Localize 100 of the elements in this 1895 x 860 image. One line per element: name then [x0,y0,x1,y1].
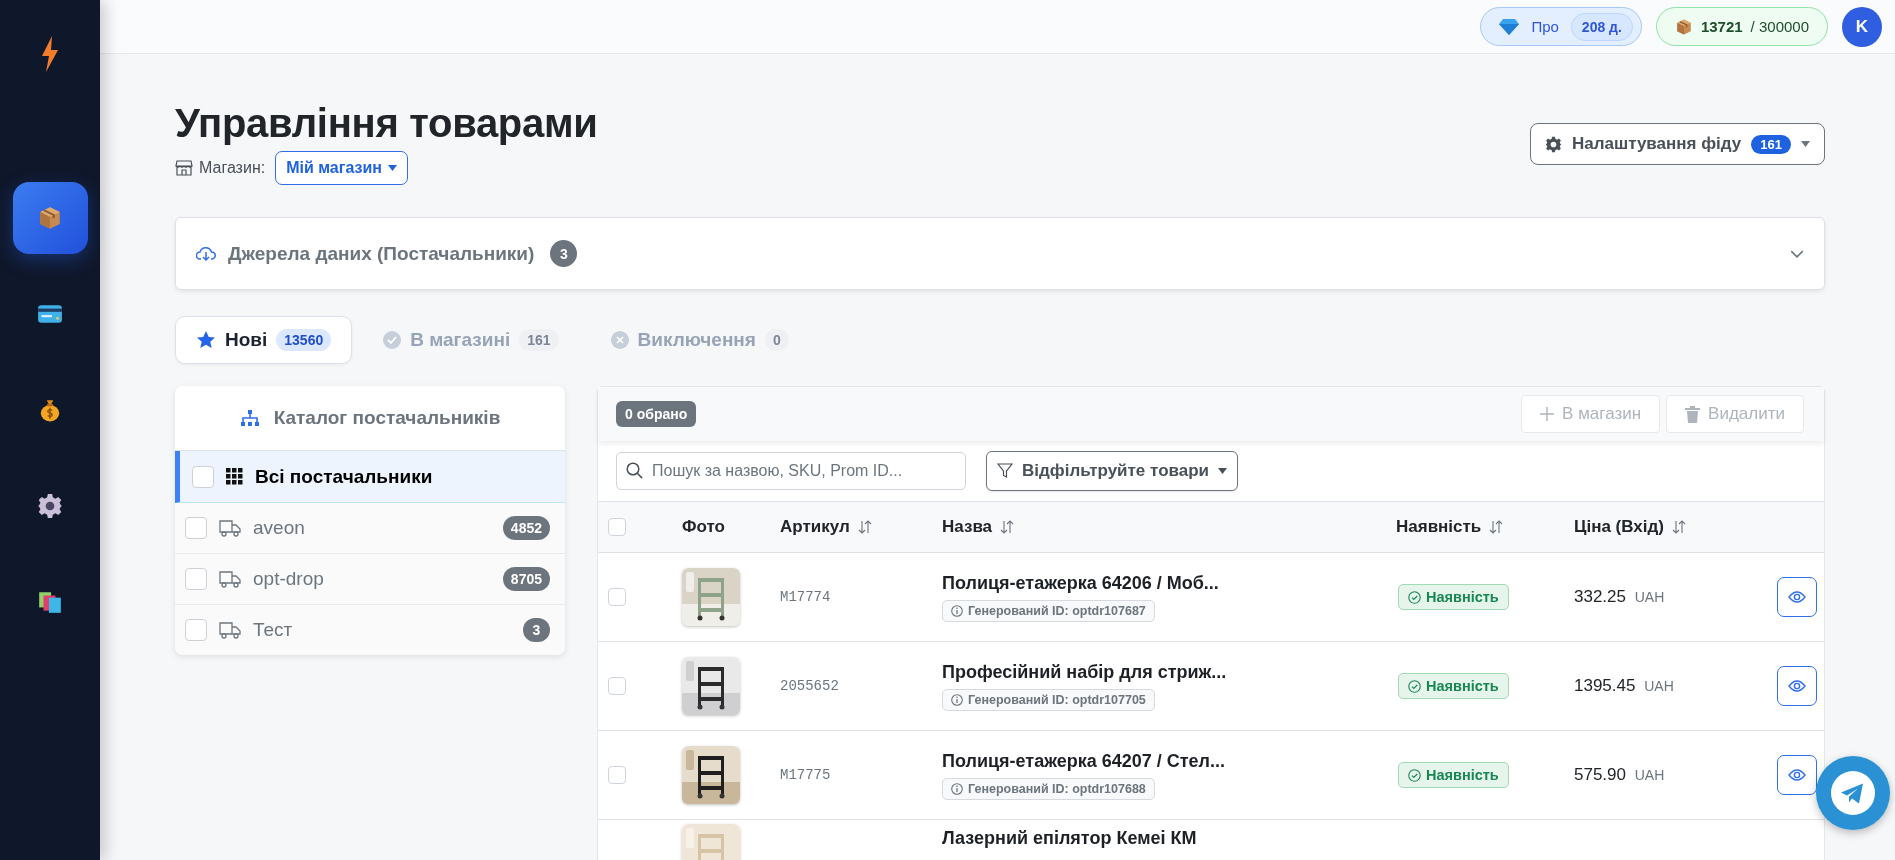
gear-icon [1545,135,1562,153]
feed-settings-button[interactable]: Налаштування фіду 161 [1530,123,1825,165]
view-button[interactable] [1777,755,1817,795]
generated-id-badge: Генерований ID: optdr107688 [942,777,1155,800]
column-header: Фото [682,517,726,537]
generated-id-badge: Генерований ID: optdr107687 [942,599,1155,622]
box-icon [37,205,63,231]
eye-icon [1788,680,1806,692]
books-icon [37,589,63,615]
sources-title: Джерела даних (Постачальники) [228,242,535,265]
paper-plane-icon [1831,771,1875,815]
lightning-icon [40,36,60,72]
sources-panel[interactable]: Джерела даних (Постачальники) 3 [175,217,1825,290]
caret-icon [387,165,397,171]
plan-badge[interactable]: Про 208 д. [1480,7,1642,46]
tab[interactable]: Нові 13560 [175,316,353,364]
availability-badge: Наявність [1398,762,1509,788]
checkbox[interactable] [185,517,207,539]
funnel-icon [997,463,1013,479]
price-text: 1395.45 UAH [1574,676,1675,696]
quota-limit: / 300000 [1750,18,1809,35]
days-badge: 208 д. [1570,12,1633,41]
checkbox[interactable] [185,568,207,590]
search-icon [626,462,643,479]
view-button[interactable] [1777,577,1817,617]
column-header[interactable]: Артикул [780,517,942,537]
supplier-name: opt-drop [253,568,325,590]
column-header[interactable]: Ціна (Вхід) [1574,517,1777,537]
info-icon [951,782,963,795]
truck-icon [219,621,241,639]
sort-icon [1000,520,1015,534]
info-icon [951,693,963,706]
page-title: Управління товарами [175,100,598,147]
count-badge: 3 [523,618,550,642]
catalog-title: Каталог постачальників [273,407,501,429]
price-text: 575.90 UAH [1574,765,1666,785]
product-name[interactable]: Професійний набір для стриж... [942,661,1227,683]
check-circle-icon [383,331,402,349]
check-circle-icon [1408,768,1421,782]
count-badge: 161 [1751,134,1791,154]
supplier-name: Всі постачальники [255,465,434,488]
view-button[interactable] [1777,666,1817,706]
diamond-icon [1499,18,1520,35]
gear-icon [37,493,63,519]
truck-icon [219,519,241,537]
supplier-item[interactable]: opt-drop 8705 [175,554,565,605]
eye-icon [1788,769,1806,781]
sort-icon [857,520,872,534]
eye-icon [1788,591,1806,603]
grid-icon [226,468,243,485]
box-icon [1674,17,1693,36]
product-name[interactable]: Полиця-етажерка 64207 / Стел... [942,750,1226,772]
avatar[interactable]: K [1842,6,1882,47]
count-badge: 13560 [276,329,332,351]
truck-icon [219,570,241,588]
check-circle-icon [1408,590,1421,604]
row-checkbox[interactable] [608,766,626,784]
search-field[interactable]: Пошук за назвою, SKU, Prom ID... [616,452,966,490]
checkbox[interactable] [185,619,207,641]
sort-icon [1489,520,1504,534]
supplier-name: Тест [253,619,294,641]
column-header[interactable]: Назва [942,517,1396,537]
product-name[interactable]: Полиця-етажерка 64206 / Моб... [942,572,1219,594]
availability-badge: Наявність [1398,584,1509,610]
telegram-button[interactable] [1816,756,1890,830]
price-text: 332.25 UAH [1574,587,1666,607]
filter-dropdown[interactable]: Відфільтруйте товари [986,451,1239,491]
supplier-item[interactable]: Тест 3 [175,605,565,655]
sku-text: 2055652 [780,678,840,694]
count-badge: 161 [519,329,559,351]
shop-icon [175,159,193,177]
count-badge: 0 [764,329,789,351]
count-badge: 4852 [502,516,550,540]
caret-icon [1218,468,1228,474]
sku-text: M17774 [780,589,832,605]
hierarchy-icon [239,409,260,427]
checkbox[interactable] [192,465,214,488]
supplier-name: aveon [253,517,306,539]
select-all-checkbox[interactable] [608,518,626,536]
quota-used: 13721 [1700,18,1743,35]
plan-name: Про [1531,18,1559,35]
check-circle-icon [1408,679,1421,693]
store-label: Магазин: [199,159,266,177]
sku-text: M17775 [780,767,832,783]
store-dropdown[interactable]: Мій магазин [275,151,408,185]
caret-icon [1801,141,1810,147]
count-badge: 8705 [502,567,550,591]
row-checkbox[interactable] [608,677,626,695]
column-header[interactable]: Наявність [1396,517,1574,537]
supplier-item[interactable]: aveon 4852 [175,503,565,554]
count-badge: 3 [550,240,578,267]
cloud-download-icon [196,245,216,262]
x-circle-icon [610,331,629,349]
sort-icon [1671,520,1686,534]
sidebar-item[interactable] [12,182,88,254]
supplier-item[interactable]: Всі постачальники [175,451,565,503]
info-icon [951,604,963,617]
row-checkbox[interactable] [608,588,626,606]
product-name[interactable]: Лазерний епілятор Кемеі КМ [942,820,1197,849]
selected-count-badge: 0 обрано [616,401,697,427]
